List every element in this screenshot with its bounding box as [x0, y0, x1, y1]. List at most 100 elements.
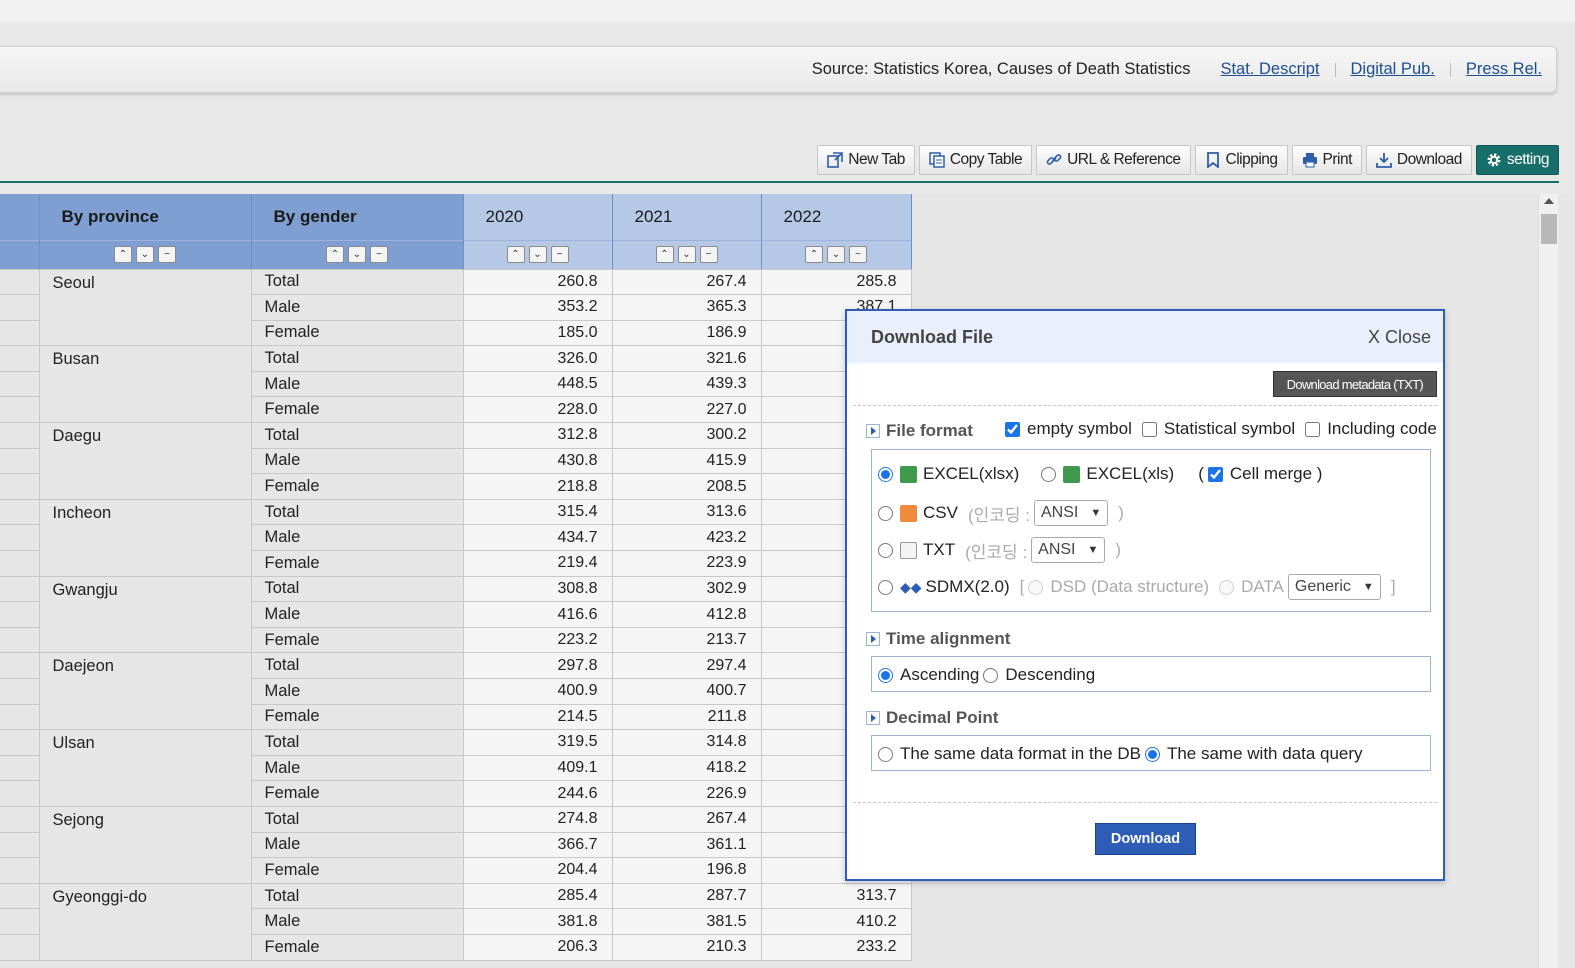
province-cell: Gwangju: [39, 576, 252, 654]
value-cell: 244.6: [463, 780, 613, 807]
sdmx-radio[interactable]: [878, 579, 893, 595]
year-sort-controls: ⌃ ⌄ −: [612, 239, 762, 270]
gender-cell: Total: [251, 269, 464, 296]
sort-up-icon[interactable]: ⌃: [326, 246, 344, 264]
ascending-radio[interactable]: [878, 667, 893, 683]
value-cell: 228.0: [463, 396, 613, 424]
txt-radio[interactable]: [878, 542, 893, 558]
collapse-icon[interactable]: −: [849, 246, 867, 264]
table-row: Gyeonggi-do Total 285.4 287.7 313.7: [0, 883, 912, 961]
download-button[interactable]: Download: [1095, 823, 1196, 855]
gender-cell: Total: [251, 345, 464, 372]
gender-cell: Male: [251, 524, 464, 552]
gender-cell: Total: [251, 499, 464, 526]
data-radio[interactable]: [1219, 579, 1235, 595]
copy-table-button[interactable]: Copy Table: [918, 145, 1033, 175]
table-row: Busan Total 326.0 321.6: [0, 345, 912, 424]
value-cell: 204.4: [463, 857, 613, 884]
row-header-cell: [0, 499, 40, 526]
sort-down-icon[interactable]: ⌄: [827, 246, 845, 264]
clipping-button[interactable]: Clipping: [1194, 145, 1288, 175]
chevron-down-icon: ▼: [1090, 507, 1102, 519]
decimal-point-box: The same data format in the DB The same …: [871, 735, 1431, 771]
row-header-cell: [0, 908, 40, 935]
value-cell: 319.5: [463, 729, 613, 756]
dialog-close-button[interactable]: X Close: [1368, 327, 1431, 348]
row-header-cell: [0, 678, 40, 705]
excel-xlsx-radio[interactable]: [878, 466, 893, 482]
descending-radio[interactable]: [983, 667, 999, 683]
bracket-open: [: [1019, 577, 1025, 596]
value-cell: 314.8: [612, 729, 762, 756]
sort-down-icon[interactable]: ⌄: [136, 246, 154, 264]
csv-encoding-select[interactable]: ANSI ▼: [1034, 500, 1109, 526]
sort-down-icon[interactable]: ⌄: [348, 246, 366, 264]
setting-label: setting: [1506, 151, 1550, 168]
vertical-scrollbar[interactable]: [1538, 194, 1558, 968]
value-cell: 308.8: [463, 576, 613, 603]
value-cell: 206.3: [463, 934, 613, 961]
province-cell: Ulsan: [39, 729, 252, 807]
collapse-icon[interactable]: −: [158, 246, 176, 264]
including-code-checkbox[interactable]: [1305, 421, 1321, 437]
excel-xls-radio[interactable]: [1041, 466, 1057, 482]
gender-cell: Total: [251, 652, 464, 679]
dsd-radio[interactable]: [1028, 579, 1044, 595]
row-header-cell: [0, 320, 40, 347]
gender-cell: Male: [251, 832, 464, 859]
copy-table-label: Copy Table: [949, 151, 1023, 168]
year-sort-controls: ⌃ ⌄ −: [463, 239, 613, 270]
gender-cell: Total: [251, 729, 464, 756]
scroll-thumb[interactable]: [1541, 214, 1557, 244]
value-cell: 213.7: [612, 627, 762, 654]
row-header-cell: [0, 883, 40, 910]
sdmx-type-select[interactable]: Generic ▼: [1287, 574, 1381, 600]
txt-encoding-select[interactable]: ANSI ▼: [1031, 537, 1106, 563]
csv-radio[interactable]: [878, 505, 893, 521]
file-options-row: empty symbol Statistical symbol Includin…: [1005, 419, 1437, 439]
sort-down-icon[interactable]: ⌄: [528, 246, 547, 264]
table-row: Daejeon Total 297.8 297.4: [0, 652, 912, 731]
stat-descript-link[interactable]: Stat. Descript: [1220, 60, 1319, 79]
sort-up-icon[interactable]: ⌃: [506, 246, 525, 264]
value-cell: 448.5: [463, 371, 613, 398]
cell-merge-checkbox[interactable]: [1207, 466, 1223, 482]
gender-cell: Male: [251, 448, 464, 475]
sort-up-icon[interactable]: ⌃: [805, 246, 823, 264]
download-file-dialog: Download File X Close Download metadata …: [845, 309, 1445, 881]
collapse-icon[interactable]: −: [370, 246, 388, 264]
scroll-up-icon[interactable]: [1544, 198, 1554, 204]
empty-symbol-checkbox[interactable]: [1005, 421, 1020, 437]
same-db-label: The same data format in the DB: [900, 744, 1141, 763]
sort-up-icon[interactable]: ⌃: [114, 246, 132, 264]
value-cell: 285.4: [463, 883, 613, 910]
sdmx-type-value: Generic: [1294, 578, 1351, 595]
ascending-label: Ascending: [900, 665, 980, 684]
sdmx-icon: ◆◆: [900, 578, 922, 595]
province-cell: Busan: [39, 345, 252, 424]
sort-down-icon[interactable]: ⌄: [677, 246, 696, 264]
print-button[interactable]: Print: [1291, 145, 1362, 175]
value-cell: 210.3: [612, 934, 762, 961]
toolbar: New Tab Copy Table URL & Reference Clipp…: [817, 145, 1559, 175]
url-reference-button[interactable]: URL & Reference: [1036, 145, 1191, 175]
gender-cell: Male: [251, 908, 464, 935]
collapse-icon[interactable]: −: [550, 246, 569, 264]
setting-button[interactable]: setting: [1475, 145, 1559, 175]
press-rel-link[interactable]: Press Rel.: [1466, 60, 1542, 79]
download-toolbar-button[interactable]: Download: [1365, 145, 1472, 175]
digital-pub-link[interactable]: Digital Pub.: [1351, 60, 1435, 79]
same-db-radio[interactable]: [878, 746, 893, 762]
section-arrow-icon: [866, 632, 880, 646]
gear-icon: [1486, 152, 1502, 168]
download-metadata-button[interactable]: Download metadata (TXT): [1272, 371, 1437, 397]
sort-up-icon[interactable]: ⌃: [655, 246, 674, 264]
same-query-radio[interactable]: [1144, 746, 1160, 762]
statistical-symbol-checkbox[interactable]: [1141, 421, 1157, 437]
new-tab-button[interactable]: New Tab: [817, 145, 915, 175]
bracket-close: ]: [1390, 577, 1396, 596]
collapse-icon[interactable]: −: [699, 246, 718, 264]
dashed-divider: [853, 405, 1437, 406]
value-cell: 434.7: [463, 524, 613, 552]
value-cell: 416.6: [463, 601, 613, 628]
